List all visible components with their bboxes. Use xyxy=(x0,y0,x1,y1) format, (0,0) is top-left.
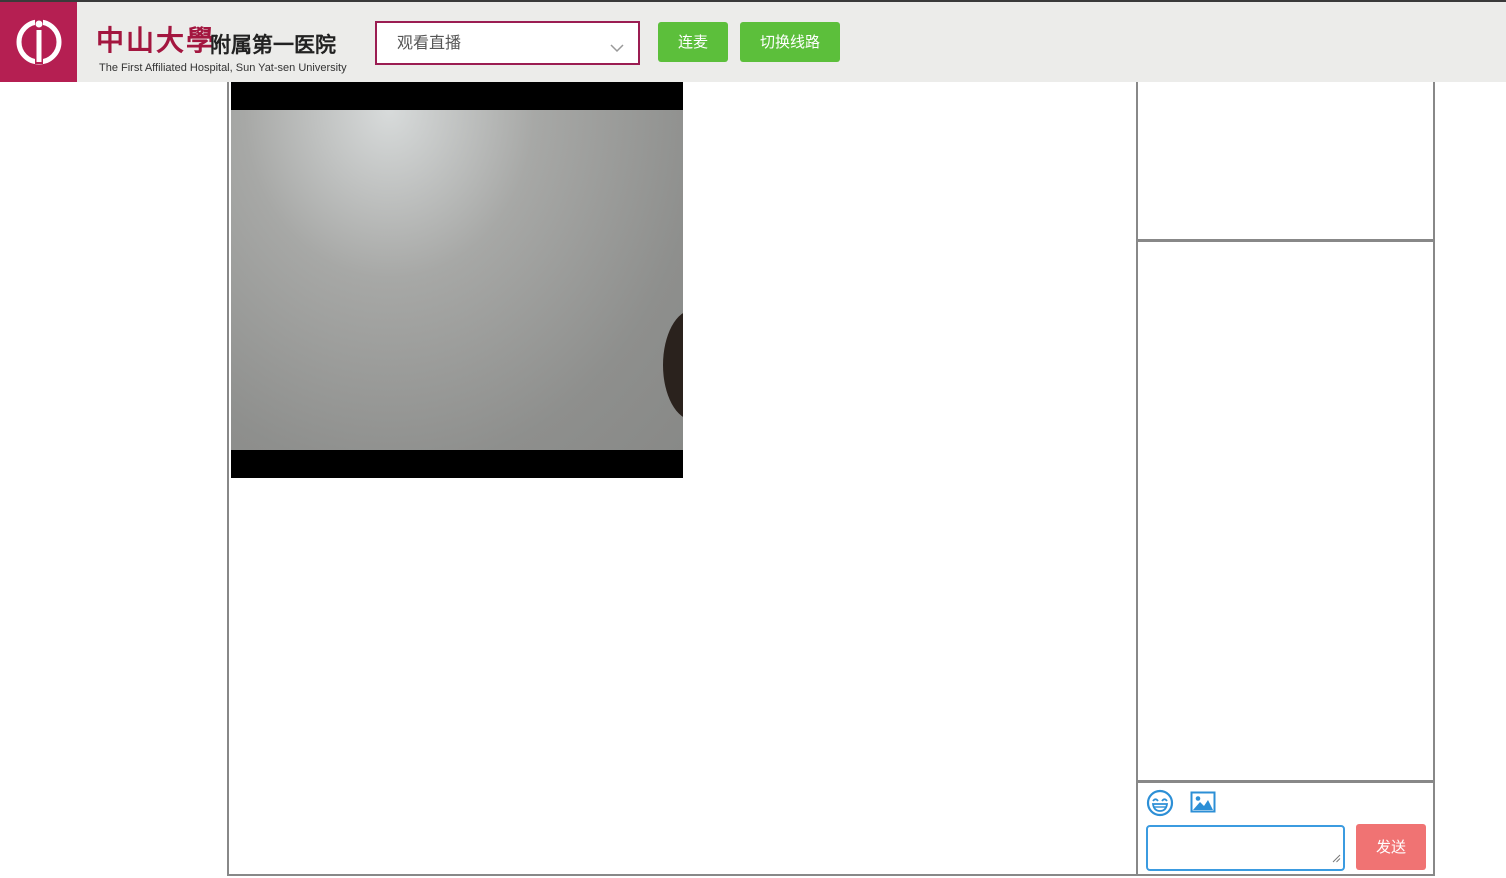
chat-message-input[interactable] xyxy=(1146,825,1345,871)
chat-messages[interactable] xyxy=(1138,242,1433,783)
video-subject xyxy=(663,310,683,420)
sysu-hospital-logo xyxy=(0,2,77,82)
side-panel: 发送 xyxy=(1136,82,1435,876)
resize-handle-icon[interactable] xyxy=(1332,848,1341,867)
image-icon[interactable] xyxy=(1190,791,1216,817)
mode-select[interactable]: 观看直播 xyxy=(375,21,640,65)
chevron-down-icon xyxy=(610,38,624,57)
brand-name-en: The First Affiliated Hospital, Sun Yat-s… xyxy=(99,62,347,74)
brand-name-cn: 中山大學 xyxy=(96,24,217,57)
emoji-icon[interactable] xyxy=(1146,789,1174,821)
chat-input-area: 发送 xyxy=(1138,783,1433,874)
header-bar: 中山大學 附属第一医院 The First Affiliated Hospita… xyxy=(0,2,1506,82)
mode-select-value: 观看直播 xyxy=(397,33,462,52)
connect-mic-button[interactable]: 连麦 xyxy=(658,22,728,62)
brand-name-cn-secondary: 附属第一医院 xyxy=(210,33,336,57)
info-panel xyxy=(1138,82,1433,242)
live-video-player[interactable] xyxy=(231,82,683,478)
switch-line-button[interactable]: 切换线路 xyxy=(740,22,840,62)
video-frame xyxy=(231,110,683,450)
live-stage xyxy=(227,82,1137,876)
send-button[interactable]: 发送 xyxy=(1356,824,1426,870)
